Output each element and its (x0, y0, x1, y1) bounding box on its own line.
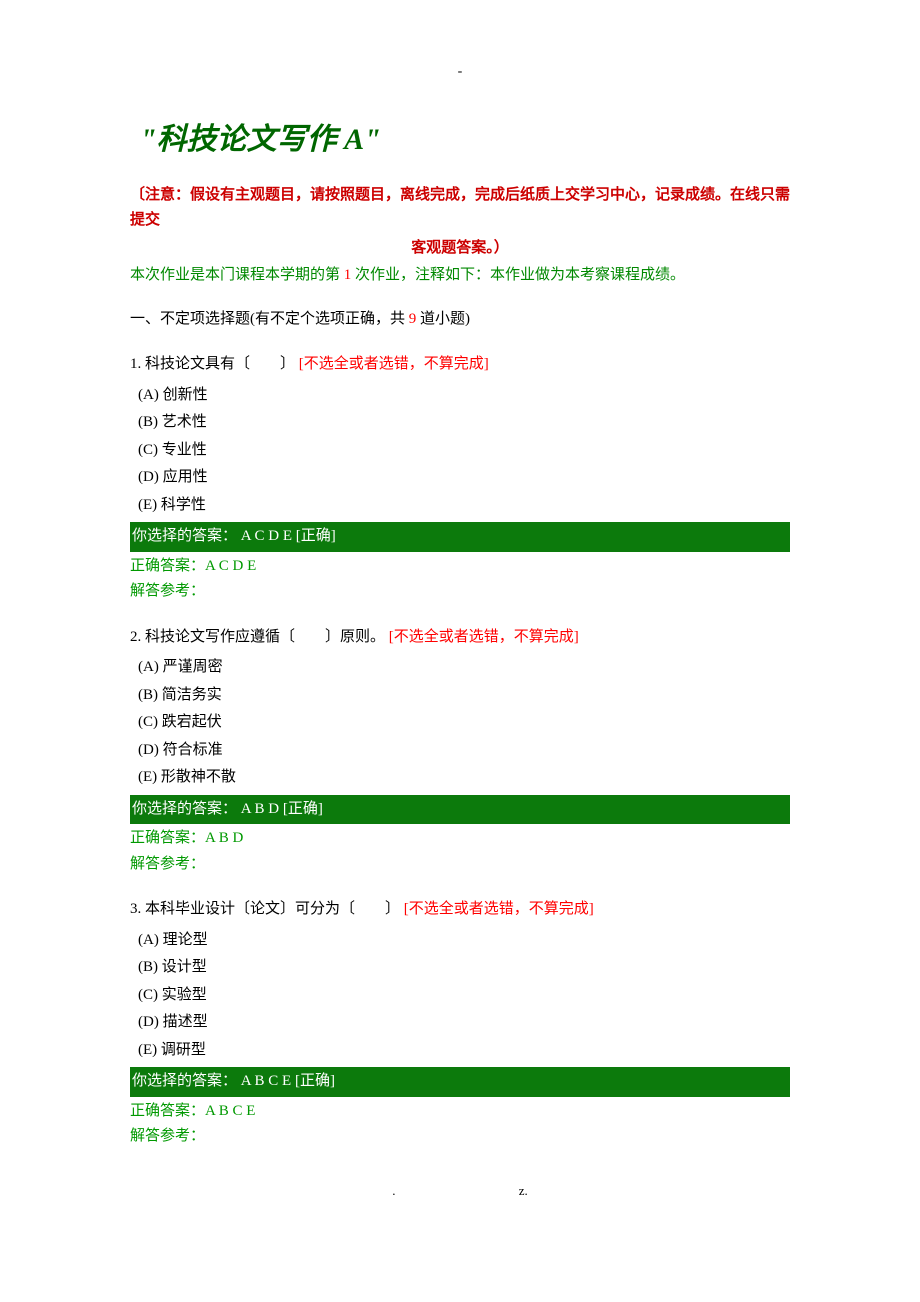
question-text: 本科毕业设计〔论文〕可分为〔 〕 (145, 901, 400, 917)
option-d: (D) 应用性 (130, 465, 790, 491)
question-warning: [不选全或者选错，不算完成] (389, 629, 579, 645)
selected-label: 你选择的答案： (132, 528, 237, 544)
option-c: (C) 实验型 (130, 983, 790, 1009)
correct-answer: 正确答案：A B C E (130, 1099, 790, 1125)
correct-tag: [正确] (295, 1073, 335, 1089)
question-number: 3. (130, 901, 141, 917)
option-a: (A) 严谨周密 (130, 655, 790, 681)
option-d: (D) 描述型 (130, 1010, 790, 1036)
question-text: 科技论文写作应遵循〔 〕原则。 (145, 629, 385, 645)
reference-answer: 解答参考： (130, 852, 790, 878)
option-b: (B) 艺术性 (130, 410, 790, 436)
selected-label: 你选择的答案： (132, 801, 237, 817)
notice-line-2: 客观题答案。） (130, 236, 790, 262)
correct-answer-value: A B C E (205, 1103, 255, 1119)
question-number: 1. (130, 356, 141, 372)
selected-answer-bar: 你选择的答案： A B C E [正确] (130, 1067, 790, 1097)
question-number: 2. (130, 629, 141, 645)
correct-answer-label: 正确答案： (130, 830, 205, 846)
option-c: (C) 专业性 (130, 438, 790, 464)
question-stem: 3. 本科毕业设计〔论文〕可分为〔 〕 [不选全或者选错，不算完成] (130, 897, 790, 923)
option-e: (E) 调研型 (130, 1038, 790, 1064)
selected-value: A B C E (237, 1073, 295, 1089)
correct-answer-label: 正确答案： (130, 558, 205, 574)
selected-value: A C D E (237, 528, 296, 544)
question-warning: [不选全或者选错，不算完成] (299, 356, 489, 372)
footer-left: . (392, 1180, 395, 1202)
selected-answer-bar: 你选择的答案： A C D E [正确] (130, 522, 790, 552)
correct-answer: 正确答案：A C D E (130, 554, 790, 580)
correct-tag: [正确] (283, 801, 323, 817)
correct-tag: [正确] (296, 528, 336, 544)
question-block: 1. 科技论文具有〔 〕 [不选全或者选错，不算完成] (A) 创新性 (B) … (130, 352, 790, 605)
reference-answer: 解答参考： (130, 579, 790, 605)
question-text: 科技论文具有〔 〕 (145, 356, 295, 372)
correct-answer-value: A B D (205, 830, 243, 846)
assignment-note-prefix: 本次作业是本门课程本学期的第 (130, 267, 344, 283)
document-page: - "科技论文写作 A" 〔注意：假设有主观题目，请按照题目，离线完成，完成后纸… (0, 0, 920, 1302)
selected-label: 你选择的答案： (132, 1073, 237, 1089)
assignment-note: 本次作业是本门课程本学期的第 1 次作业，注释如下：本作业做为本考察课程成绩。 (130, 263, 790, 289)
page-header-dash: - (130, 60, 790, 84)
page-footer: . z. (130, 1180, 790, 1202)
section-header-prefix: 一、不定项选择题(有不定个选项正确，共 (130, 311, 409, 327)
section-header-suffix: 道小题) (416, 311, 470, 327)
reference-answer: 解答参考： (130, 1124, 790, 1150)
correct-answer: 正确答案：A B D (130, 826, 790, 852)
selected-answer-bar: 你选择的答案： A B D [正确] (130, 795, 790, 825)
option-b: (B) 简洁务实 (130, 683, 790, 709)
correct-answer-label: 正确答案： (130, 1103, 205, 1119)
assignment-note-suffix: 次作业，注释如下：本作业做为本考察课程成绩。 (351, 267, 685, 283)
option-e: (E) 科学性 (130, 493, 790, 519)
option-b: (B) 设计型 (130, 955, 790, 981)
option-a: (A) 理论型 (130, 928, 790, 954)
notice-line-1: 〔注意：假设有主观题目，请按照题目，离线完成，完成后纸质上交学习中心，记录成绩。… (130, 183, 790, 234)
option-c: (C) 跌宕起伏 (130, 710, 790, 736)
question-stem: 1. 科技论文具有〔 〕 [不选全或者选错，不算完成] (130, 352, 790, 378)
correct-answer-value: A C D E (205, 558, 256, 574)
option-a: (A) 创新性 (130, 383, 790, 409)
question-warning: [不选全或者选错，不算完成] (404, 901, 594, 917)
section-header: 一、不定项选择题(有不定个选项正确，共 9 道小题) (130, 307, 790, 333)
footer-right: z. (519, 1180, 528, 1202)
document-title: "科技论文写作 A" (140, 114, 790, 165)
selected-value: A B D (237, 801, 283, 817)
option-e: (E) 形散神不散 (130, 765, 790, 791)
question-stem: 2. 科技论文写作应遵循〔 〕原则。 [不选全或者选错，不算完成] (130, 625, 790, 651)
question-block: 3. 本科毕业设计〔论文〕可分为〔 〕 [不选全或者选错，不算完成] (A) 理… (130, 897, 790, 1150)
question-block: 2. 科技论文写作应遵循〔 〕原则。 [不选全或者选错，不算完成] (A) 严谨… (130, 625, 790, 878)
option-d: (D) 符合标准 (130, 738, 790, 764)
